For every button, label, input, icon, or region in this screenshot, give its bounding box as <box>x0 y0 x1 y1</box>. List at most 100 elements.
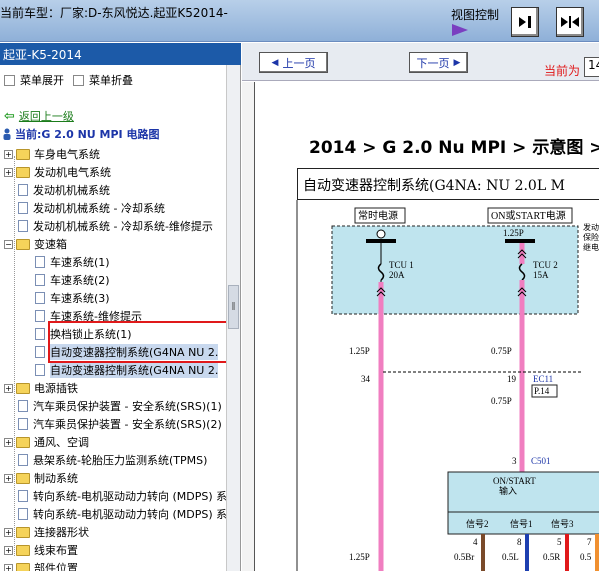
tree-item-label: 车速系统(1) <box>50 256 110 269</box>
tree-doc-item[interactable]: 自动变速器控制系统(G4NA NU 2. <box>35 361 219 379</box>
page-number-input[interactable]: 14 <box>584 57 599 77</box>
tree-doc-item[interactable]: 发动机机械系统 - 冷却系统 <box>18 199 165 217</box>
tree-folder-item[interactable]: + 制动系统 <box>4 469 78 487</box>
next-page-button[interactable]: 下一页 ▶ <box>409 52 468 73</box>
person-icon <box>3 128 11 140</box>
sidebar-header: 起亚-K5-2014 <box>0 43 241 65</box>
app-title-bar: 当前车型：厂家:D-东风悦达.起亚K52014- 视图控制 <box>0 0 599 42</box>
window-title: 当前车型：厂家:D-东风悦达.起亚K52014- <box>0 6 228 20</box>
pin-19: 19 <box>507 374 517 384</box>
tree-item-label: 变速箱 <box>34 238 67 251</box>
signal-3-label: 信号3 <box>551 518 574 529</box>
tree-doc-item[interactable]: 车速系统(3) <box>35 289 110 307</box>
next-page-label: 下一页 <box>416 56 450 70</box>
expand-node-icon[interactable]: + <box>4 527 13 537</box>
tree-folder-item[interactable]: + 线束布置 <box>4 541 78 559</box>
document-icon <box>35 292 45 304</box>
module-label-1: ON/START <box>493 476 536 486</box>
tree-item-label: 悬架系统-轮胎压力监测系统(TPMS) <box>33 454 208 467</box>
tree-item-label: 发动机电气系统 <box>34 166 111 179</box>
tree-doc-item[interactable]: 汽车乘员保护装置 - 安全系统(SRS)(1) <box>18 397 222 415</box>
tree-item-label: 转向系统-电机驱动动力转向 (MDPS) 系 <box>33 508 228 521</box>
chevron-left-icon: ◀ <box>271 57 279 68</box>
tree-item-label: 电源插铁 <box>34 382 78 395</box>
document-icon <box>35 310 45 322</box>
expand-node-icon[interactable]: + <box>4 437 13 447</box>
sidebar-scrollbar[interactable]: ‖ <box>226 65 240 571</box>
pin-3: 3 <box>512 456 517 466</box>
document-icon <box>18 490 28 502</box>
collapse-menu-label: 菜单折叠 <box>89 74 133 87</box>
document-icon <box>35 274 45 286</box>
expand-node-icon[interactable]: + <box>4 473 13 483</box>
tree-item-label: 部件位置 <box>34 562 78 571</box>
tree-folder-item[interactable]: + 电源插铁 <box>4 379 78 397</box>
folder-icon <box>16 472 30 484</box>
tree-folder-item[interactable]: + 通风、空调 <box>4 433 89 451</box>
scrollbar-thumb[interactable]: ‖ <box>228 285 239 329</box>
tree-item-label: 转向系统-电机驱动动力转向 (MDPS) 系 <box>33 490 228 503</box>
collapse-menu-button[interactable]: 菜单折叠 <box>73 72 133 88</box>
checkbox-icon <box>4 74 15 86</box>
tree-doc-item[interactable]: 汽车乘员保护装置 - 安全系统(SRS)(2) <box>18 415 222 433</box>
page-toolbar: ◀ 上一页 下一页 ▶ 当前为 14 <box>242 43 599 81</box>
pin-34: 34 <box>361 374 371 384</box>
document-viewer: 2014 > G 2.0 Nu MPI > 示意图 > 自动变速器控制系统(G4… <box>242 82 599 571</box>
folder-icon <box>16 544 30 556</box>
back-link[interactable]: ⇦ 返回上一级 <box>4 108 74 124</box>
view-single-button[interactable] <box>511 7 539 37</box>
tree-item-label: 汽车乘员保护装置 - 安全系统(SRS)(2) <box>33 418 222 431</box>
connector-ec11: EC11 <box>533 374 553 384</box>
tree-folder-item[interactable]: + 发动机电气系统 <box>4 163 111 181</box>
side-note-2: 保险 <box>583 232 599 242</box>
tree-item-label: 车速系统(3) <box>50 292 110 305</box>
back-link-label: 返回上一级 <box>18 110 74 123</box>
tree-item-label: 制动系统 <box>34 472 78 485</box>
tree-doc-item[interactable]: 转向系统-电机驱动动力转向 (MDPS) 系 <box>18 487 227 505</box>
signal-1-label: 信号1 <box>510 518 533 529</box>
document-icon <box>35 256 45 268</box>
side-note-1: 发动 <box>583 222 599 232</box>
expand-node-icon[interactable]: + <box>4 167 13 177</box>
tree-folder-item[interactable]: + 部件位置 <box>4 559 78 571</box>
collapse-node-icon[interactable]: − <box>4 239 13 249</box>
tree-item-label: 自动变速器控制系统(G4NA NU 2. <box>50 362 219 378</box>
wire-label-r: 0.5R <box>543 552 560 562</box>
current-model-label: 当前:G 2.0 NU MPI 电路图 <box>2 126 159 142</box>
tree-doc-item[interactable]: 发动机机械系统 <box>18 181 110 199</box>
folder-icon <box>16 148 30 160</box>
expand-menu-button[interactable]: 菜单展开 <box>4 72 64 88</box>
arrow-right-bar-icon <box>519 16 531 28</box>
folder-icon <box>16 382 30 394</box>
hot-power-label: 常时电源 <box>358 209 398 222</box>
tree-doc-item[interactable]: 车速系统(2) <box>35 271 110 289</box>
expand-node-icon[interactable]: + <box>4 149 13 159</box>
document-icon <box>18 202 28 214</box>
document-icon <box>18 418 28 430</box>
document-icon <box>35 346 45 358</box>
module-label-2: 输入 <box>499 485 517 496</box>
tree-doc-item[interactable]: 悬架系统-轮胎压力监测系统(TPMS) <box>18 451 207 469</box>
tree-doc-item[interactable]: 转向系统-电机驱动动力转向 (MDPS) 系 <box>18 505 227 523</box>
expand-node-icon[interactable]: + <box>4 383 13 393</box>
tree-folder-item[interactable]: + 连接器形状 <box>4 523 89 541</box>
on-power-label: ON或START电源 <box>491 209 566 222</box>
selection-highlight-box <box>48 321 231 363</box>
tree-item-label: 通风、空调 <box>34 436 89 449</box>
document-icon <box>18 220 28 232</box>
expand-node-icon[interactable]: + <box>4 563 13 571</box>
document-icon <box>35 328 45 340</box>
tree-doc-item[interactable]: 车速系统(1) <box>35 253 110 271</box>
tree-folder-item[interactable]: − 变速箱 <box>4 235 67 253</box>
prev-page-button[interactable]: ◀ 上一页 <box>259 52 328 73</box>
current-page-label: 当前为 <box>544 64 581 78</box>
tree-folder-item[interactable]: + 车身电气系统 <box>4 145 100 163</box>
view-split-button[interactable] <box>556 7 584 37</box>
folder-icon <box>16 166 30 178</box>
expand-node-icon[interactable]: + <box>4 545 13 555</box>
fuse2-name: TCU 2 <box>533 260 558 270</box>
folder-icon <box>16 562 30 571</box>
wire-label-3: 0.75P <box>491 396 512 406</box>
document-icon <box>18 508 28 520</box>
tree-doc-item[interactable]: 发动机机械系统 - 冷却系统-维修提示 <box>18 217 213 235</box>
